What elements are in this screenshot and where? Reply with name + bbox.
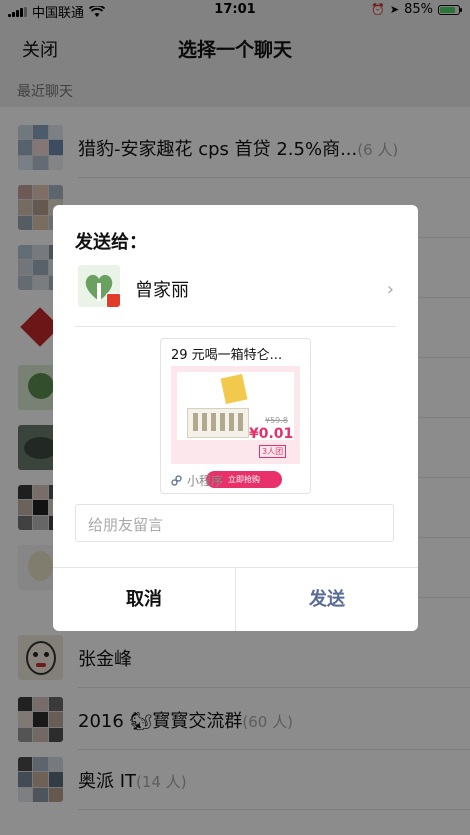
cancel-button[interactable]: 取消: [53, 568, 235, 631]
recipient-name: 曾家丽: [135, 280, 189, 301]
mini-program-icon: [171, 475, 182, 486]
group-badge: 3人团: [259, 445, 287, 458]
flag-icon: [106, 293, 120, 307]
original-price: ¥59.8: [265, 416, 288, 425]
chevron-right-icon: ›: [386, 279, 394, 300]
product-image: ¥59.8 ¥0.01 3人团 立即抢购: [171, 366, 300, 488]
share-dialog: 发送给： 曾家丽 › 29 元喝一箱特仑... ¥59.8 ¥0.01 3人团 …: [53, 205, 418, 631]
message-input[interactable]: 给朋友留言: [75, 504, 394, 542]
sale-price: ¥0.01: [249, 426, 294, 442]
dialog-header: 发送给：: [75, 232, 147, 253]
mini-program-card[interactable]: 29 元喝一箱特仑... ¥59.8 ¥0.01 3人团 立即抢购 小程序: [160, 338, 311, 494]
send-button[interactable]: 发送: [236, 568, 418, 631]
mini-program-label: 小程序: [187, 474, 224, 488]
milk-box-image: [187, 408, 249, 438]
recipient-row[interactable]: 曾家丽 ›: [75, 263, 398, 318]
card-title: 29 元喝一箱特仑...: [171, 348, 283, 363]
recipient-avatar: [78, 265, 120, 307]
